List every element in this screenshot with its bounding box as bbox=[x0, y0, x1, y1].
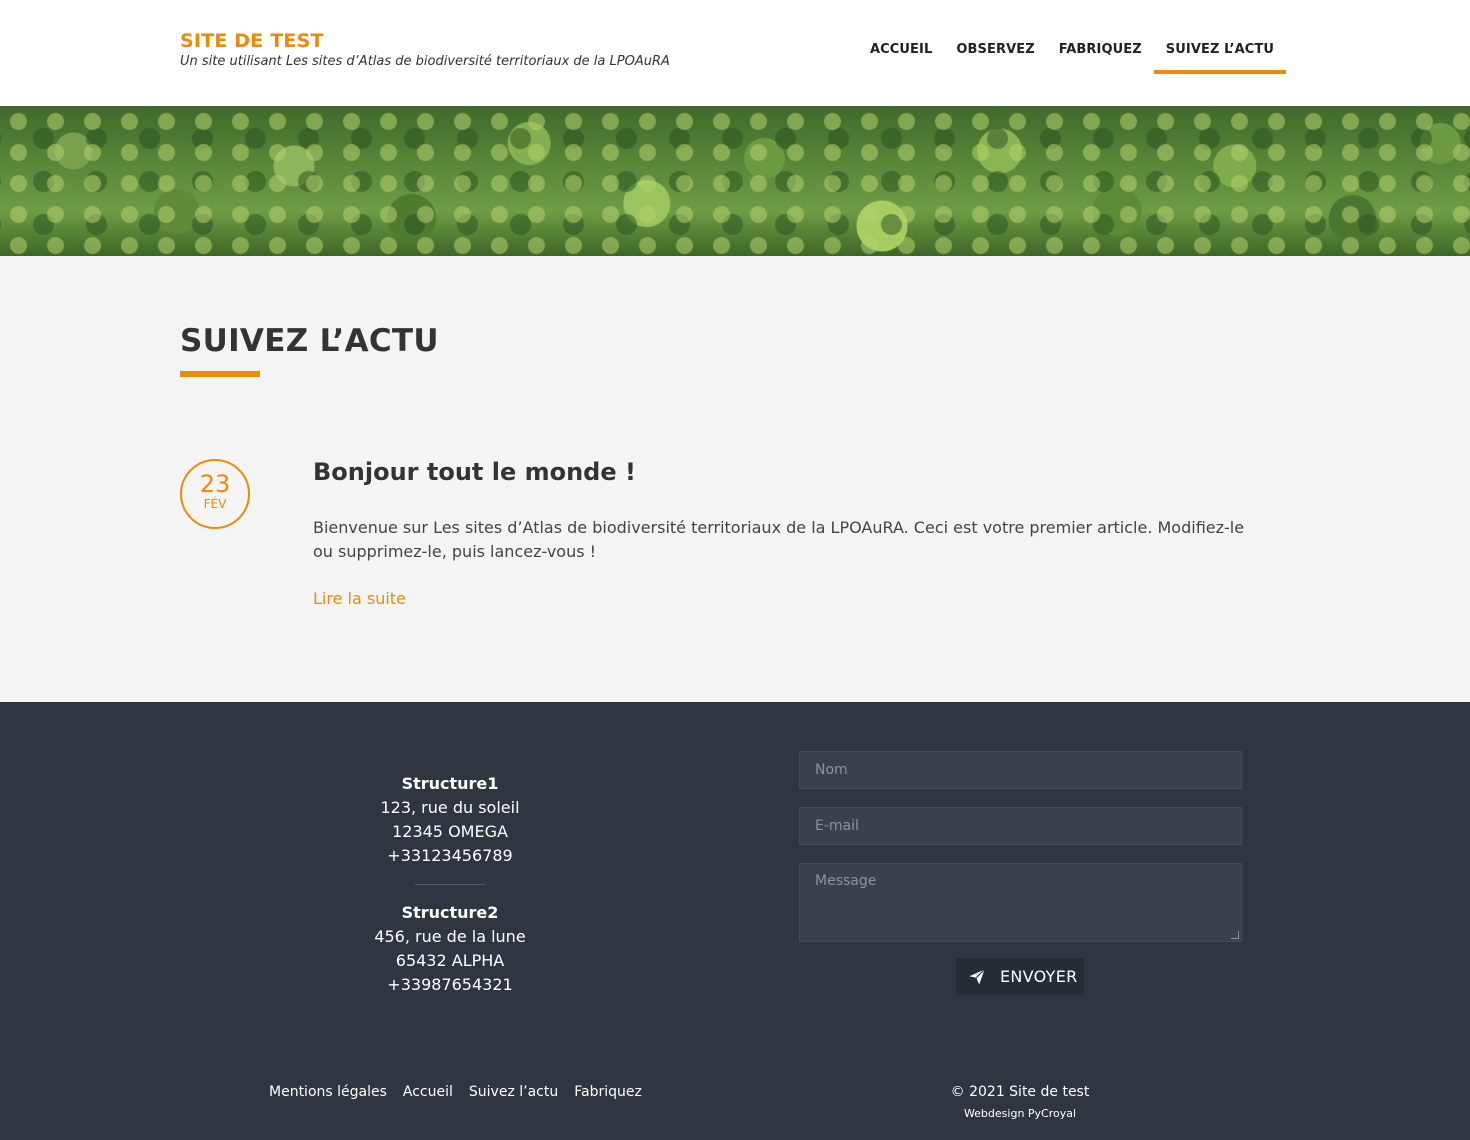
nav-item-accueil[interactable]: ACCUEIL bbox=[858, 42, 944, 74]
site-subtitle: Un site utilisant Les sites d’Atlas de b… bbox=[180, 54, 670, 69]
contact-name: Structure2 bbox=[401, 903, 499, 922]
site-title[interactable]: SITE DE TEST bbox=[180, 30, 324, 52]
name-input[interactable]: Nom bbox=[799, 751, 1242, 789]
contact-block: Structure2 456, rue de la lune 65432 ALP… bbox=[300, 901, 600, 997]
footer-link-fabriquez[interactable]: Fabriquez bbox=[574, 1084, 642, 1100]
email-input[interactable]: E-mail bbox=[799, 807, 1242, 845]
page-title: SUIVEZ L’ACTU bbox=[180, 323, 439, 359]
site-footer: Structure1 123, rue du soleil 12345 OMEG… bbox=[0, 702, 1470, 1140]
paper-plane-icon bbox=[969, 968, 985, 984]
contact-city: 65432 ALPHA bbox=[395, 951, 505, 970]
resize-handle-icon[interactable] bbox=[1231, 931, 1239, 939]
footer-link-suivez-l-actu[interactable]: Suivez l’actu bbox=[469, 1084, 558, 1100]
contact-divider bbox=[415, 884, 485, 885]
contact-street: 456, rue de la lune bbox=[374, 927, 526, 946]
title-underline bbox=[180, 371, 260, 377]
nav-item-observez[interactable]: OBSERVEZ bbox=[944, 42, 1046, 74]
footer-link-mentions-legales[interactable]: Mentions légales bbox=[269, 1084, 387, 1100]
nav-item-fabriquez[interactable]: FABRIQUEZ bbox=[1047, 42, 1154, 74]
post-excerpt: Bienvenue sur Les sites d’Atlas de biodi… bbox=[313, 518, 1245, 561]
send-button[interactable]: ENVOYER bbox=[956, 958, 1084, 995]
contact-list: Structure1 123, rue du soleil 12345 OMEG… bbox=[300, 772, 600, 997]
hero-banner-forest-image bbox=[0, 106, 1470, 256]
contact-street: 123, rue du soleil bbox=[380, 798, 520, 817]
webdesign-credit[interactable]: Webdesign PyCroyal bbox=[920, 1107, 1120, 1120]
main-nav: ACCUEIL OBSERVEZ FABRIQUEZ SUIVEZ L’ACTU bbox=[858, 42, 1287, 74]
send-button-label: ENVOYER bbox=[1000, 967, 1078, 986]
contact-block: Structure1 123, rue du soleil 12345 OMEG… bbox=[300, 772, 600, 868]
contact-phone[interactable]: +33123456789 bbox=[300, 844, 600, 868]
footer-links: Mentions légales Accueil Suivez l’actu F… bbox=[269, 1084, 642, 1100]
post-date-badge: 23 FÉV bbox=[180, 459, 250, 529]
site-header: SITE DE TEST Un site utilisant Les sites… bbox=[0, 0, 1470, 106]
nav-item-suivez-l-actu[interactable]: SUIVEZ L’ACTU bbox=[1153, 42, 1287, 74]
post-date-month: FÉV bbox=[203, 497, 227, 511]
read-more-link[interactable]: Lire la suite bbox=[313, 589, 406, 608]
post-date-day: 23 bbox=[199, 470, 231, 498]
message-placeholder: Message bbox=[815, 873, 877, 889]
contact-name: Structure1 bbox=[401, 774, 499, 793]
copyright: © 2021 Site de test bbox=[950, 1084, 1090, 1100]
contact-phone[interactable]: +33987654321 bbox=[300, 973, 600, 997]
contact-city: 12345 OMEGA bbox=[392, 822, 508, 841]
forest-canopy-texture bbox=[0, 106, 1470, 256]
footer-link-accueil[interactable]: Accueil bbox=[403, 1084, 453, 1100]
post-title[interactable]: Bonjour tout le monde ! bbox=[313, 458, 636, 486]
message-textarea[interactable]: Message bbox=[799, 863, 1242, 942]
